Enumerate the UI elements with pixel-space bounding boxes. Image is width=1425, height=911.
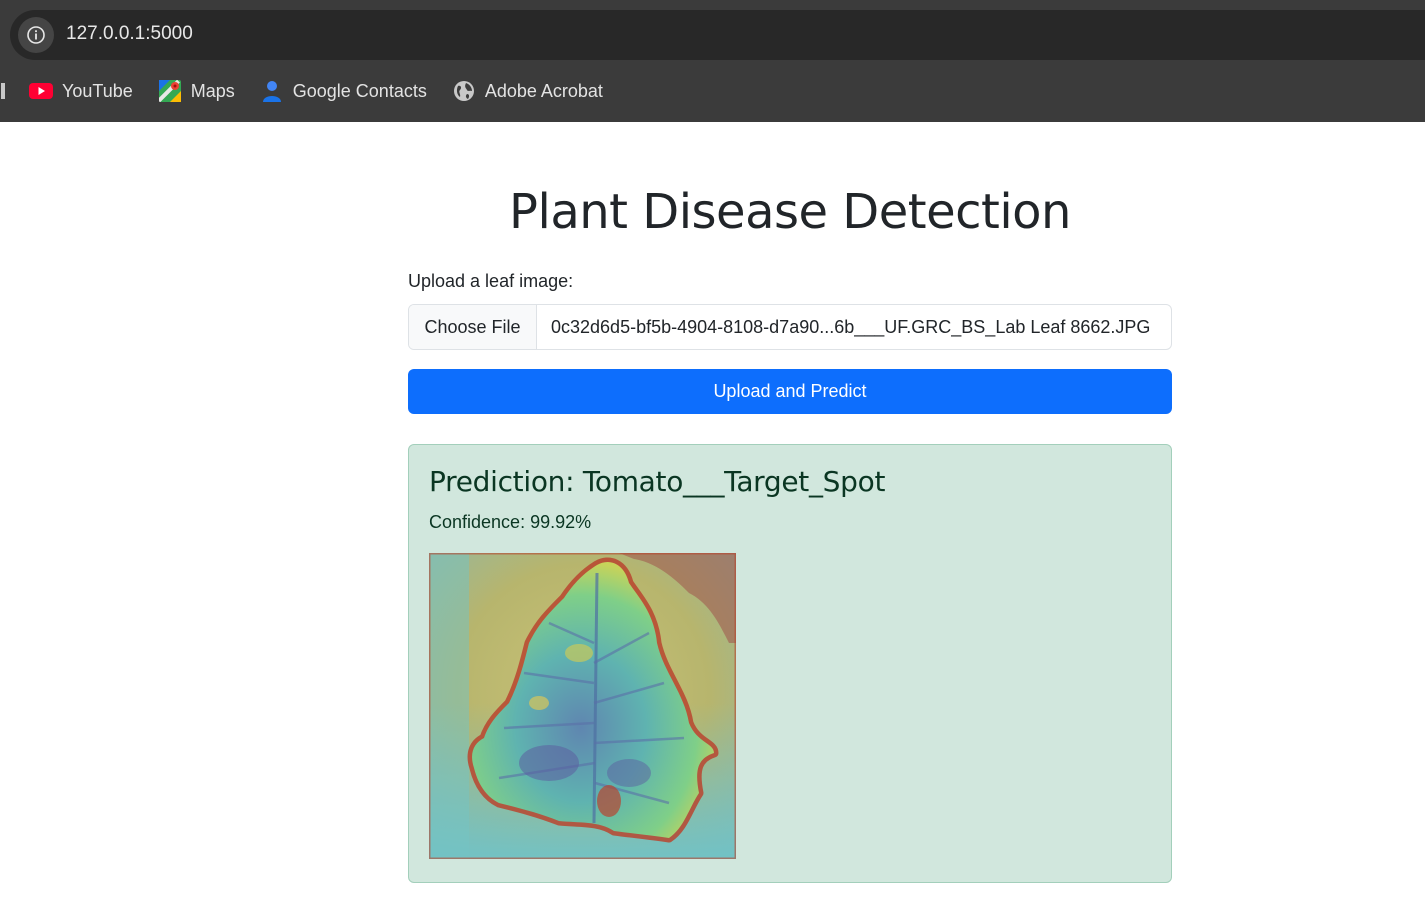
bookmark-adobe-acrobat[interactable]: Adobe Acrobat — [452, 75, 603, 107]
bookmark-youtube[interactable]: YouTube — [29, 75, 133, 107]
bookmark-google-contacts[interactable]: Google Contacts — [260, 75, 427, 107]
prediction-result-alert: Prediction: Tomato___Target_Spot Confide… — [408, 444, 1172, 883]
site-info-icon[interactable] — [18, 17, 54, 53]
confidence-text: Confidence: 99.92% — [429, 512, 592, 532]
bookmark-label: YouTube — [62, 80, 133, 101]
file-input[interactable]: Choose File 0c32d6d5-bf5b-4904-8108-d7a9… — [408, 304, 1172, 350]
prediction-heading: Prediction: Tomato___Target_Spot — [429, 465, 886, 498]
bookmark-label: Maps — [190, 80, 235, 101]
youtube-icon — [29, 79, 53, 103]
selected-file-name: 0c32d6d5-bf5b-4904-8108-d7a90...6b___UF.… — [551, 316, 1151, 337]
upload-and-predict-button[interactable]: Upload and Predict — [408, 369, 1172, 414]
url-text[interactable]: 127.0.0.1:5000 — [66, 23, 193, 45]
browser-top-bar — [0, 0, 1425, 10]
globe-icon — [452, 79, 476, 103]
bookmark-overflow-edge[interactable] — [1, 83, 5, 99]
leaf-heatmap-image — [429, 553, 736, 859]
bookmarks-bar: YouTube Maps Google Contacts Adobe Acrob… — [0, 60, 1425, 122]
page-title: Plant Disease Detection — [509, 184, 1071, 240]
upload-label: Upload a leaf image: — [408, 271, 574, 291]
bookmark-label: Adobe Acrobat — [484, 80, 603, 101]
address-bar-row: 127.0.0.1:5000 — [0, 10, 1425, 60]
contacts-icon — [260, 79, 284, 103]
bookmark-label: Google Contacts — [292, 80, 427, 101]
address-bar[interactable]: 127.0.0.1:5000 — [10, 10, 1425, 60]
bookmark-maps[interactable]: Maps — [158, 75, 235, 107]
maps-icon — [158, 79, 182, 103]
main-container: Plant Disease Detection Upload a leaf im… — [408, 122, 1172, 883]
choose-file-button[interactable]: Choose File — [409, 305, 537, 349]
